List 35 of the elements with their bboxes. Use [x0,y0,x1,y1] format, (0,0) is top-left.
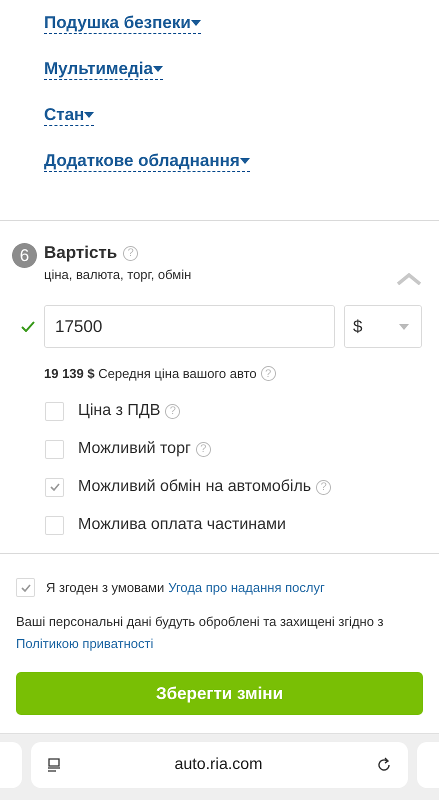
option-label: Можливий обмін на автомобіль [78,478,312,496]
filter-dropdown[interactable]: Стан [44,104,94,126]
privacy-link[interactable]: Політикою приватності [16,636,154,651]
caret-icon [399,324,409,330]
average-price-text: 19 139 $ Середня ціна вашого авто [44,366,257,381]
caret-icon [190,20,201,26]
filter-dropdown[interactable]: Мультимедіа [44,58,163,80]
chevron-up-icon[interactable] [396,273,422,285]
checkbox[interactable] [45,440,64,458]
filter-dropdown[interactable]: Додаткове обладнання [44,150,250,172]
address-bar[interactable]: auto.ria.com [31,742,408,788]
caret-icon [240,158,250,164]
checkbox[interactable] [45,478,64,496]
check-icon [50,483,60,491]
option-label: Ціна з ПДВ [78,402,160,420]
caret-icon [84,112,94,118]
option-label: Можлива оплата частинами [78,516,286,534]
caret-icon [152,66,163,72]
checkbox[interactable] [16,578,35,597]
agreement-text: Я згоден з умовами [46,580,164,595]
check-icon [20,584,30,592]
section-title: Вартість [44,243,118,263]
option-label: Можливий торг [78,440,191,458]
step-number: 6 [12,243,37,268]
privacy-text: Ваші персональні дані будуть оброблені та захищені згідно з [16,614,384,629]
checkbox[interactable] [45,402,64,420]
terms-link[interactable]: Угода про надання послуг [168,580,325,595]
reload-icon[interactable] [376,757,392,773]
reader-icon [47,758,61,772]
currency-select[interactable]: $ [344,305,422,348]
check-icon [21,321,35,332]
checkbox[interactable] [45,516,64,534]
section-subtitle: ціна, валюта, торг, обмін [44,267,192,282]
filter-dropdown[interactable]: Подушка безпеки [44,12,201,34]
price-field[interactable]: 17500 [44,305,335,348]
